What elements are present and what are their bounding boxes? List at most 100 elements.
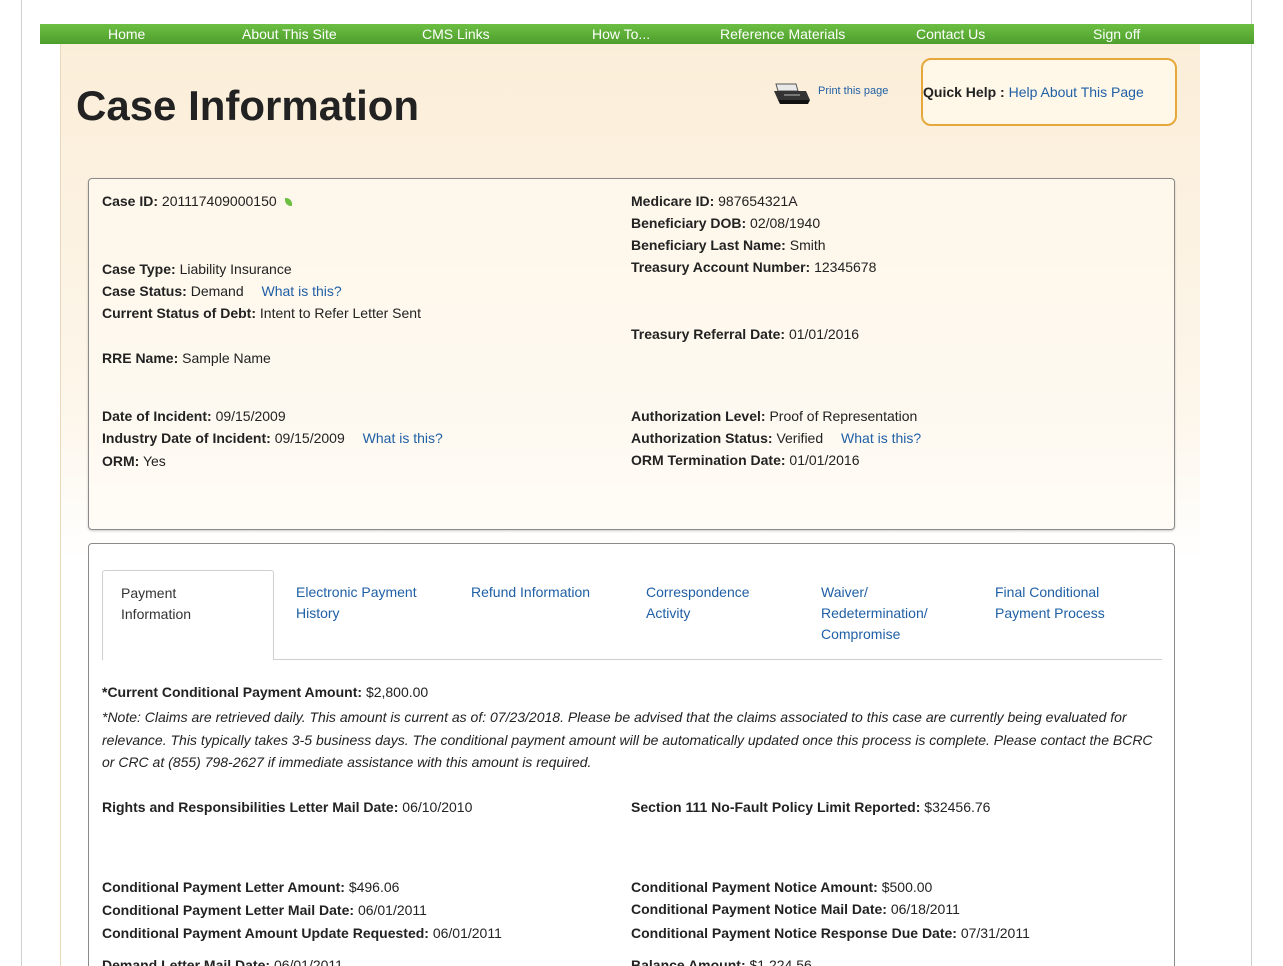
window-frame-right	[1251, 0, 1283, 966]
tab-final-conditional-payment-process[interactable]: Final Conditional Payment Process	[995, 582, 1105, 624]
case-id-value: 201117409000150	[161, 193, 277, 209]
demand-letter-date-field: Demand Letter Mail Date: 06/01/2011	[102, 957, 343, 966]
current-conditional-payment-field: *Current Conditional Payment Amount: $2,…	[102, 684, 428, 700]
tab-refund-information-line-1: Refund Information	[471, 584, 591, 600]
section-111-limit-label: Section 111 No-Fault Policy Limit Report…	[631, 799, 921, 815]
printer-icon	[774, 83, 810, 104]
treasury-referral-field: Treasury Referral Date: 01/01/2016	[631, 326, 859, 342]
industry-date-label: Industry Date of Incident:	[102, 430, 271, 446]
claims-note: *Note: Claims are retrieved daily. This …	[102, 709, 1153, 770]
window-frame-left	[0, 0, 22, 966]
leaf-icon	[284, 198, 292, 207]
tab-electronic-payment-history[interactable]: Electronic Payment History	[296, 582, 417, 624]
nav-home[interactable]: Home	[108, 26, 145, 42]
quick-help-link[interactable]: Help About This Page	[1009, 84, 1144, 100]
orm-termination-value: 01/01/2016	[789, 452, 860, 468]
nav-cms-links[interactable]: CMS Links	[422, 26, 490, 42]
authorization-status-label: Authorization Status:	[631, 430, 773, 446]
tab-waiver-line-1: Waiver/	[821, 584, 868, 600]
tab-waiver-line-2: Redetermination/	[821, 605, 928, 621]
beneficiary-last-name-value: Smith	[789, 237, 826, 253]
case-status-value: Demand	[190, 283, 244, 299]
industry-date-help-link[interactable]: What is this?	[363, 430, 443, 446]
beneficiary-dob-field: Beneficiary DOB: 02/08/1940	[631, 215, 820, 231]
date-of-incident-field: Date of Incident: 09/15/2009	[102, 408, 286, 424]
beneficiary-dob-label: Beneficiary DOB:	[631, 215, 747, 231]
orm-termination-field: ORM Termination Date: 01/01/2016	[631, 452, 860, 468]
section-111-limit-value: $32456.76	[924, 799, 991, 815]
treasury-referral-label: Treasury Referral Date:	[631, 326, 786, 342]
rights-letter-date-label: Rights and Responsibilities Letter Mail …	[102, 799, 399, 815]
quick-help-box: Quick Help : Help About This Page	[921, 58, 1177, 126]
treasury-account-value: 12345678	[814, 259, 877, 275]
tab-correspondence-activity-line-1: Correspondence	[646, 584, 750, 600]
case-type-field: Case Type: Liability Insurance	[102, 261, 292, 277]
case-type-value: Liability Insurance	[179, 261, 292, 277]
rre-name-field: RRE Name: Sample Name	[102, 350, 271, 366]
top-navigation-bar: Home About This Site CMS Links How To...…	[40, 24, 1254, 44]
medicare-id-field: Medicare ID: 987654321A	[631, 193, 798, 209]
tab-final-conditional-line-1: Final Conditional	[995, 584, 1100, 600]
rre-name-label: RRE Name:	[102, 350, 179, 366]
cp-letter-amount-value: $496.06	[348, 879, 400, 895]
cp-letter-mail-date-label: Conditional Payment Letter Mail Date:	[102, 902, 355, 918]
date-of-incident-label: Date of Incident:	[102, 408, 212, 424]
cp-letter-mail-date-value: 06/01/2011	[357, 902, 427, 918]
debt-status-field: Current Status of Debt: Intent to Refer …	[102, 305, 421, 321]
orm-termination-label: ORM Termination Date:	[631, 452, 786, 468]
tab-payment-information-line-1: Payment	[121, 585, 177, 601]
print-page-link[interactable]: Print this page	[770, 78, 910, 104]
tab-waiver-redetermination-compromise[interactable]: Waiver/ Redetermination/ Compromise	[821, 582, 928, 645]
beneficiary-dob-value: 02/08/1940	[750, 215, 821, 231]
authorization-level-value: Proof of Representation	[769, 408, 918, 424]
print-page-label: Print this page	[818, 85, 889, 97]
case-status-label: Case Status:	[102, 283, 187, 299]
tab-electronic-payment-history-line-1: Electronic Payment	[296, 584, 417, 600]
tab-payment-information[interactable]: Payment Information	[102, 570, 274, 660]
orm-label: ORM:	[102, 453, 140, 469]
current-conditional-payment-value: $2,800.00	[365, 684, 429, 700]
cp-notice-amount-label: Conditional Payment Notice Amount:	[631, 879, 878, 895]
tab-waiver-line-3: Compromise	[821, 626, 901, 642]
cp-notice-mail-date-field: Conditional Payment Notice Mail Date: 06…	[631, 901, 960, 917]
case-status-help-link[interactable]: What is this?	[262, 283, 342, 299]
cp-notice-due-date-value: 07/31/2011	[960, 925, 1030, 941]
debt-status-label: Current Status of Debt:	[102, 305, 256, 321]
treasury-referral-value: 01/01/2016	[788, 326, 860, 342]
nav-sign-off[interactable]: Sign off	[1093, 26, 1140, 42]
authorization-status-help-link[interactable]: What is this?	[841, 430, 921, 446]
orm-field: ORM: Yes	[102, 453, 166, 469]
demand-letter-date-label: Demand Letter Mail Date:	[102, 957, 271, 966]
orm-value: Yes	[142, 453, 166, 469]
cp-amount-update-field: Conditional Payment Amount Update Reques…	[102, 925, 502, 941]
nav-reference-materials[interactable]: Reference Materials	[720, 26, 845, 42]
beneficiary-last-name-field: Beneficiary Last Name: Smith	[631, 237, 826, 253]
cp-notice-mail-date-value: 06/18/2011	[890, 901, 960, 917]
authorization-status-field: Authorization Status: Verified What is t…	[631, 430, 921, 446]
authorization-status-value: Verified	[776, 430, 824, 446]
tab-refund-information[interactable]: Refund Information	[471, 582, 590, 603]
cp-notice-due-date-label: Conditional Payment Notice Response Due …	[631, 925, 957, 941]
cp-notice-mail-date-label: Conditional Payment Notice Mail Date:	[631, 901, 887, 917]
cp-letter-amount-label: Conditional Payment Letter Amount:	[102, 879, 345, 895]
cp-letter-amount-field: Conditional Payment Letter Amount: $496.…	[102, 879, 399, 895]
quick-help-label: Quick Help :	[923, 84, 1005, 100]
authorization-level-label: Authorization Level:	[631, 408, 766, 424]
tab-payment-information-line-2: Information	[121, 606, 192, 622]
tab-electronic-payment-history-line-2: History	[296, 605, 340, 621]
case-id-field: Case ID: 201117409000150	[102, 193, 292, 209]
nav-contact-us[interactable]: Contact Us	[916, 26, 985, 42]
tab-correspondence-activity[interactable]: Correspondence Activity	[646, 582, 750, 624]
rights-letter-date-value: 06/10/2010	[402, 799, 473, 815]
industry-date-value: 09/15/2009	[274, 430, 345, 446]
cp-notice-amount-value: $500.00	[881, 879, 933, 895]
cp-letter-mail-date-field: Conditional Payment Letter Mail Date: 06…	[102, 902, 427, 918]
rre-name-value: Sample Name	[182, 350, 271, 366]
medicare-id-label: Medicare ID:	[631, 193, 715, 209]
nav-about-this-site[interactable]: About This Site	[242, 26, 337, 42]
cp-amount-update-value: 06/01/2011	[432, 925, 502, 941]
medicare-id-value: 987654321A	[718, 193, 798, 209]
balance-amount-field: Balance Amount: $1,224.56	[631, 957, 812, 966]
nav-how-to[interactable]: How To...	[592, 26, 650, 42]
cp-notice-due-date-field: Conditional Payment Notice Response Due …	[631, 925, 1030, 941]
